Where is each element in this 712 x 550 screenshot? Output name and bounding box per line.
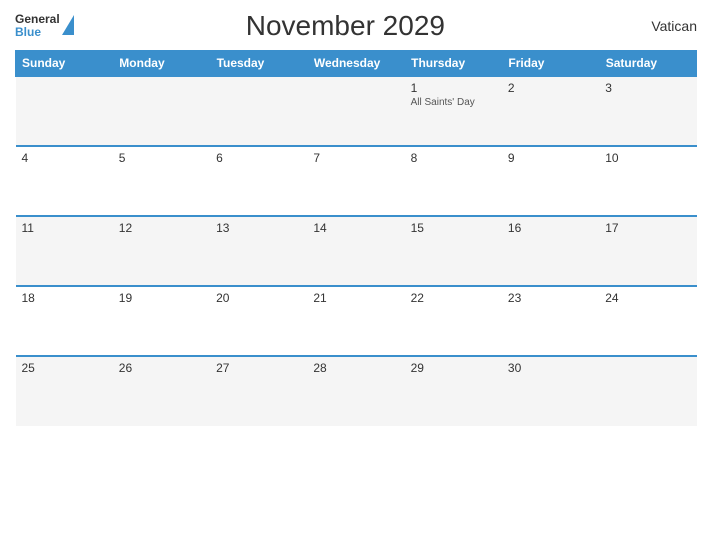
logo-triangle-icon [62,15,74,35]
calendar-cell [210,76,307,146]
logo: General Blue [15,13,74,39]
day-number: 20 [216,291,301,305]
day-number: 6 [216,151,301,165]
day-header-row: Sunday Monday Tuesday Wednesday Thursday… [16,51,697,77]
header-sunday: Sunday [16,51,113,77]
day-number: 1 [411,81,496,95]
calendar-cell: 21 [307,286,404,356]
day-number: 29 [411,361,496,375]
header-tuesday: Tuesday [210,51,307,77]
day-number: 17 [605,221,690,235]
day-number: 3 [605,81,690,95]
calendar-cell: 25 [16,356,113,426]
calendar-cell: 3 [599,76,696,146]
calendar-cell: 8 [405,146,502,216]
calendar-container: General Blue November 2029 Vatican Sunda… [0,0,712,550]
calendar-cell: 20 [210,286,307,356]
day-number: 25 [22,361,107,375]
day-number: 7 [313,151,398,165]
calendar-cell [307,76,404,146]
day-number: 26 [119,361,204,375]
calendar-cell: 7 [307,146,404,216]
calendar-cell: 15 [405,216,502,286]
day-number: 30 [508,361,593,375]
day-number: 24 [605,291,690,305]
day-number: 10 [605,151,690,165]
calendar-cell: 28 [307,356,404,426]
calendar-title: November 2029 [74,10,617,42]
day-number: 19 [119,291,204,305]
calendar-cell: 18 [16,286,113,356]
calendar-cell: 14 [307,216,404,286]
calendar-table: Sunday Monday Tuesday Wednesday Thursday… [15,50,697,426]
day-number: 13 [216,221,301,235]
header-saturday: Saturday [599,51,696,77]
calendar-cell: 10 [599,146,696,216]
day-number: 18 [22,291,107,305]
day-number: 28 [313,361,398,375]
calendar-cell [113,76,210,146]
calendar-cell: 17 [599,216,696,286]
day-number: 22 [411,291,496,305]
calendar-cell: 4 [16,146,113,216]
day-number: 14 [313,221,398,235]
day-number: 15 [411,221,496,235]
calendar-cell [599,356,696,426]
header-wednesday: Wednesday [307,51,404,77]
calendar-cell: 2 [502,76,599,146]
week-row: 11 12 13 14 15 16 17 [16,216,697,286]
day-number: 16 [508,221,593,235]
calendar-cell: 11 [16,216,113,286]
week-row: 18 19 20 21 22 23 24 [16,286,697,356]
calendar-cell: 1 All Saints' Day [405,76,502,146]
day-number: 5 [119,151,204,165]
week-row: 456789 10 [16,146,697,216]
day-number: 27 [216,361,301,375]
calendar-cell: 16 [502,216,599,286]
day-number: 21 [313,291,398,305]
header-monday: Monday [113,51,210,77]
logo-blue: Blue [15,26,60,39]
country-label: Vatican [617,18,697,34]
header-friday: Friday [502,51,599,77]
calendar-cell: 19 [113,286,210,356]
calendar-cell: 12 [113,216,210,286]
calendar-cell: 29 [405,356,502,426]
holiday-name: All Saints' Day [411,97,496,108]
calendar-cell: 13 [210,216,307,286]
day-number: 9 [508,151,593,165]
calendar-cell [16,76,113,146]
calendar-cell: 22 [405,286,502,356]
day-number: 12 [119,221,204,235]
calendar-cell: 6 [210,146,307,216]
calendar-cell: 9 [502,146,599,216]
header-thursday: Thursday [405,51,502,77]
day-number: 23 [508,291,593,305]
calendar-cell: 30 [502,356,599,426]
calendar-cell: 5 [113,146,210,216]
logo-text: General Blue [15,13,60,39]
day-number: 4 [22,151,107,165]
week-row: 25 26 27 28 29 30 [16,356,697,426]
day-number: 8 [411,151,496,165]
calendar-header: General Blue November 2029 Vatican [15,10,697,42]
day-number: 11 [22,221,107,235]
day-number: 2 [508,81,593,95]
week-row: 1 All Saints' Day 23 [16,76,697,146]
calendar-cell: 23 [502,286,599,356]
calendar-cell: 24 [599,286,696,356]
calendar-cell: 27 [210,356,307,426]
calendar-cell: 26 [113,356,210,426]
